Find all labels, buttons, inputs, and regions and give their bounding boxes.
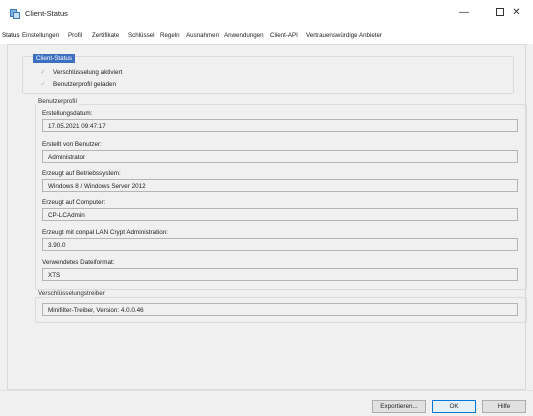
check-verschluesselung-aktiviert: ✓ Verschlüsselung aktiviert [40,69,123,76]
client-status-window: Client-Status — ✕ Status Einstellungen P… [0,0,533,416]
erzeugt-mit-field: 3.90.0 [42,238,518,251]
tab-vertrauenswuerdige-anbieter[interactable]: Vertrauenswürdige Anbieter [306,32,382,39]
status-tab-panel: Client-Status ✓ Verschlüsselung aktivier… [7,44,527,390]
client-status-legend: Client-Status [33,54,76,63]
check-icon: ✓ [40,69,46,76]
tab-zertifikate[interactable]: Zertifikate [92,32,119,39]
window-title: Client-Status [25,9,68,18]
treiber-field: Minifilter-Treiber, Version: 4.0.0.46 [42,303,518,316]
tab-regeln[interactable]: Regeln [160,32,180,39]
app-icon [10,9,20,19]
erzeugt-mit-label: Erzeugt mit conpal LAN Crypt Administrat… [42,229,168,236]
erstellungsdatum-field: 17.05.2021 09:47:17 [42,119,518,132]
erzeugt-auf-betriebssystem-label: Erzeugt auf Betriebssystem: [42,170,121,177]
erzeugt-auf-computer-field: CP-LCAdmin [42,208,518,221]
title-bar: Client-Status — ✕ [0,0,533,30]
erzeugt-auf-betriebssystem-field: Windows 8 / Windows Server 2012 [42,179,518,192]
export-button[interactable]: Exportieren... [372,400,426,413]
erstellt-von-benutzer-field: Administrator [42,150,518,163]
tab-strip: Status Einstellungen Profil Zertifikate … [0,30,533,44]
close-icon: ✕ [512,7,521,18]
treiber-legend: Verschlüsselungstreiber [36,290,107,297]
dialog-footer: Exportieren... OK Hilfe [0,391,533,416]
minimize-icon: — [459,7,469,18]
tab-status[interactable]: Status [2,32,20,39]
erstellt-von-benutzer-label: Erstellt von Benutzer: [42,141,102,148]
help-button[interactable]: Hilfe [482,400,526,413]
erstellungsdatum-label: Erstellungsdatum: [42,110,93,117]
benutzerprofil-legend: Benutzerprofil [36,98,79,105]
tab-client-api[interactable]: Client-API [270,32,298,39]
tab-profil[interactable]: Profil [68,32,82,39]
check-benutzerprofil-geladen: ✓ Benutzerprofil geladen [40,81,117,88]
tab-anwendungen[interactable]: Anwendungen [224,32,264,39]
ok-button[interactable]: OK [432,400,476,413]
tab-ausnahmen[interactable]: Ausnahmen [186,32,219,39]
close-button[interactable]: ✕ [500,0,533,26]
check-icon: ✓ [40,81,46,88]
dateiformat-field: XTS [42,268,518,281]
erzeugt-auf-computer-label: Erzeugt auf Computer: [42,199,106,206]
tab-einstellungen[interactable]: Einstellungen [22,32,59,39]
dateiformat-label: Verwendetes Dateiformat: [42,259,115,266]
tab-schluessel[interactable]: Schlüssel [128,32,154,39]
minimize-button[interactable]: — [447,0,481,26]
